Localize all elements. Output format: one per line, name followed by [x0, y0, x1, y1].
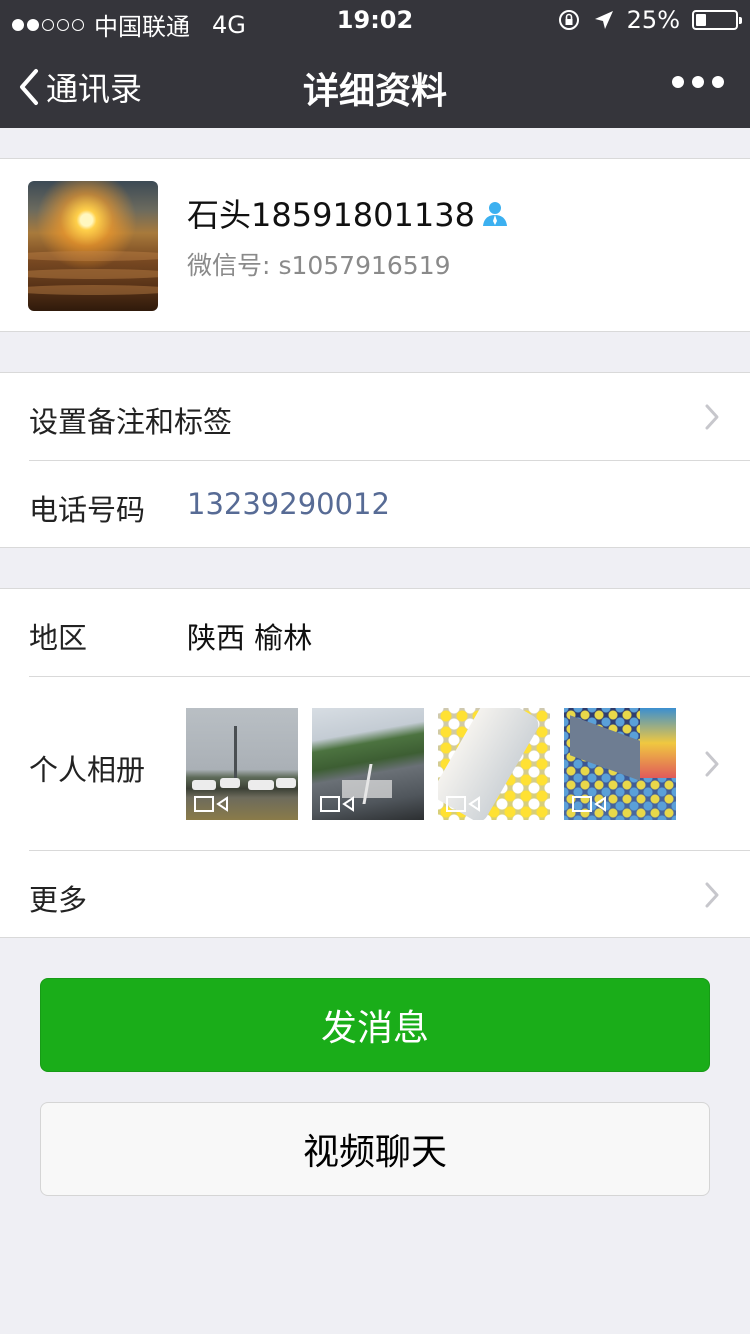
video-chat-button[interactable]: 视频聊天 — [40, 1102, 710, 1196]
chevron-right-icon — [705, 751, 719, 777]
album-label: 个人相册 — [29, 753, 146, 787]
region-value: 陕西 榆林 — [187, 621, 313, 655]
wechat-id: 微信号: s1057916519 — [187, 246, 451, 282]
orientation-lock-icon — [558, 10, 579, 30]
location-arrow-icon — [594, 11, 613, 29]
phone-label: 电话号码 — [29, 493, 146, 527]
chevron-right-icon — [705, 882, 719, 908]
video-camera-icon — [572, 796, 606, 812]
more-row[interactable]: 更多 — [0, 851, 750, 939]
album-thumbnail-3[interactable] — [438, 708, 550, 820]
chevron-right-icon — [705, 404, 719, 430]
region-row: 地区 陕西 榆林 — [0, 589, 750, 677]
album-thumbnails — [186, 708, 676, 820]
phone-number-link[interactable]: 13239290012 — [187, 487, 390, 521]
nav-bar: 通讯录 详细资料 — [0, 40, 750, 128]
send-message-button[interactable]: 发消息 — [40, 978, 710, 1072]
album-thumbnail-2[interactable] — [312, 708, 424, 820]
contact-name: 石头18591801138 — [187, 196, 475, 234]
remark-tags-label: 设置备注和标签 — [29, 405, 233, 439]
remark-tags-row[interactable]: 设置备注和标签 — [0, 373, 750, 461]
wechat-id-value: s1057916519 — [278, 251, 451, 280]
wechat-id-label: 微信号: — [187, 251, 271, 280]
video-camera-icon — [320, 796, 354, 812]
more-label: 更多 — [29, 883, 88, 917]
status-bar: 中国联通 4G 19:02 25% — [0, 0, 750, 41]
person-icon — [482, 202, 507, 226]
album-thumbnail-4[interactable] — [564, 708, 676, 820]
region-label: 地区 — [29, 621, 88, 655]
album-thumbnail-1[interactable] — [186, 708, 298, 820]
video-camera-icon — [194, 796, 228, 812]
album-row[interactable]: 个人相册 — [0, 677, 750, 851]
avatar[interactable] — [28, 181, 158, 311]
contact-name-row: 石头18591801138 — [187, 190, 509, 236]
more-dots-icon[interactable] — [672, 76, 724, 88]
battery-fill — [696, 14, 706, 26]
video-camera-icon — [446, 796, 480, 812]
battery-icon — [692, 10, 742, 30]
status-right: 25% — [557, 6, 742, 34]
phone-row: 电话号码 13239290012 — [0, 461, 750, 549]
page-title: 详细资料 — [302, 71, 447, 112]
info-group: 设置备注和标签 电话号码 13239290012 — [0, 372, 750, 548]
details-group: 地区 陕西 榆林 个人相册 更多 — [0, 588, 750, 938]
battery-percent: 25% — [626, 6, 680, 34]
profile-card — [0, 158, 750, 332]
